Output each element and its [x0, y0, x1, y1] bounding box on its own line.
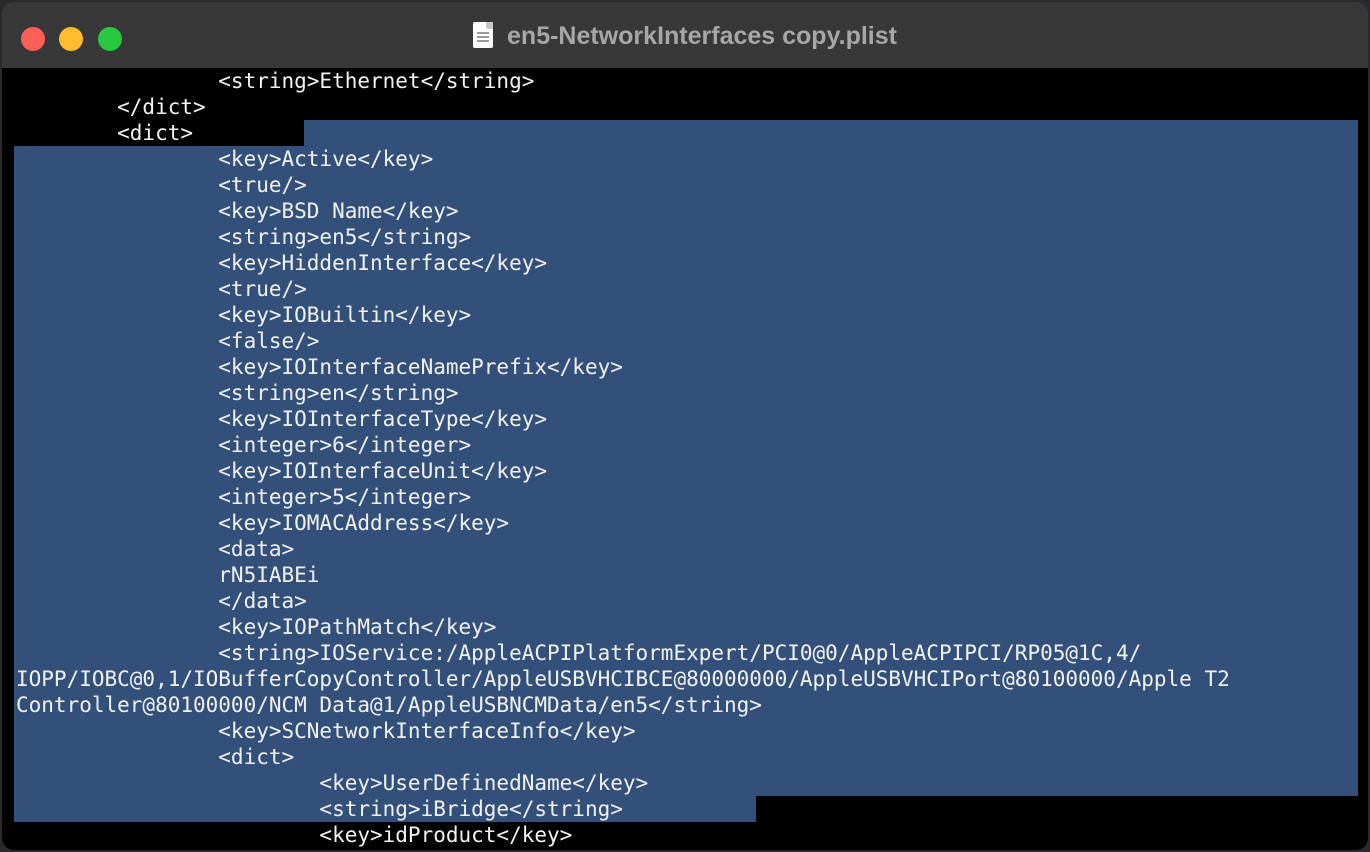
- code-line: <dict>: [16, 121, 194, 145]
- window-title: en5-NetworkInterfaces copy.plist: [2, 22, 1368, 51]
- code-line: <true/>: [16, 173, 307, 197]
- code-line: <key>BSD Name</key>: [16, 199, 459, 223]
- code-line: </data>: [16, 589, 307, 613]
- code-line: <key>IOPathMatch</key>: [16, 615, 497, 639]
- code-line: <key>IOBuiltin</key>: [16, 303, 472, 327]
- code-line: <key>idProduct</key>: [16, 823, 573, 847]
- code-line: rN5IABEi: [16, 563, 320, 587]
- code-line: IOPP/IOBC@0,1/IOBufferCopyController/App…: [16, 667, 1230, 691]
- code-line: <key>IOInterfaceUnit</key>: [16, 459, 548, 483]
- document-icon: [473, 22, 494, 48]
- code-line: <key>UserDefinedName</key>: [16, 771, 649, 795]
- code-line: <key>IOInterfaceNamePrefix</key>: [16, 355, 623, 379]
- code-line: <integer>5</integer>: [16, 485, 472, 509]
- code-line: <key>IOMACAddress</key>: [16, 511, 510, 535]
- code-line: <string>Ethernet</string>: [16, 69, 535, 93]
- code-line: <key>IOInterfaceType</key>: [16, 407, 548, 431]
- code-line: <key>SCNetworkInterfaceInfo</key>: [16, 719, 636, 743]
- code-line: <true/>: [16, 277, 307, 301]
- selection-highlight-start: [304, 120, 1358, 146]
- code-line: <string>IOService:/AppleACPIPlatformExpe…: [16, 641, 1142, 665]
- terminal-content[interactable]: <string>Ethernet</string> </dict> <dict>…: [2, 68, 1368, 850]
- code-line: <data>: [16, 537, 295, 561]
- title-bar[interactable]: en5-NetworkInterfaces copy.plist: [2, 2, 1368, 69]
- code-line: </dict>: [16, 95, 206, 119]
- code-line: <key>HiddenInterface</key>: [16, 251, 548, 275]
- code-line: <integer>6</integer>: [16, 433, 472, 457]
- code-line: <key>Active</key>: [16, 147, 434, 171]
- code-line: <string>iBridge</string>: [16, 797, 623, 821]
- code-line: <string>en5</string>: [16, 225, 472, 249]
- code-line: <false/>: [16, 329, 320, 353]
- code-line: Controller@80100000/NCM Data@1/AppleUSBN…: [16, 693, 762, 717]
- terminal-window: en5-NetworkInterfaces copy.plist <string…: [2, 2, 1368, 850]
- window-title-text: en5-NetworkInterfaces copy.plist: [507, 22, 897, 50]
- code-line: <string>en</string>: [16, 381, 459, 405]
- code-line: <dict>: [16, 745, 295, 769]
